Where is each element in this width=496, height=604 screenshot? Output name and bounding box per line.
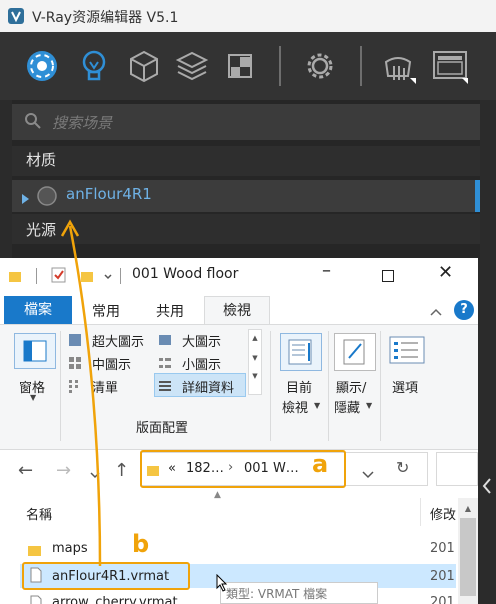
tab-share[interactable]: 共用 xyxy=(156,301,184,321)
navigation-pane-icon[interactable] xyxy=(14,333,56,369)
lights-icon[interactable] xyxy=(76,48,112,84)
category-materials[interactable]: 材质 xyxy=(12,146,480,176)
chevron-left-icon[interactable] xyxy=(480,476,494,500)
settings-icon[interactable] xyxy=(302,48,338,84)
annotation-label-a: a xyxy=(312,450,329,478)
new-folder-icon[interactable] xyxy=(80,268,94,287)
vertical-scrollbar[interactable]: ▲ xyxy=(458,498,478,604)
help-icon[interactable]: ? xyxy=(454,300,474,320)
title-divider xyxy=(120,268,121,284)
vray-toolbar xyxy=(0,32,496,100)
layout-extra-large[interactable]: 超大圖示 xyxy=(92,331,144,350)
teapot-render-icon[interactable] xyxy=(380,48,416,84)
materials-icon[interactable] xyxy=(24,48,60,84)
tab-file[interactable]: 檔案 xyxy=(4,296,72,324)
forward-arrow-icon[interactable]: → xyxy=(56,460,71,481)
column-name[interactable]: 名稱 xyxy=(26,504,52,523)
extra-large-icons-icon xyxy=(68,332,82,351)
show-hide-icon[interactable] xyxy=(334,333,376,371)
mouse-cursor-icon xyxy=(216,573,228,596)
window-title: 001 Wood floor xyxy=(132,266,239,282)
annotation-box-b xyxy=(22,562,190,590)
file-date: 201 xyxy=(430,541,455,556)
medium-icons-icon xyxy=(68,355,82,374)
file-icon xyxy=(30,595,42,604)
minimize-button[interactable]: – xyxy=(322,260,331,281)
material-name: anFlour4R1 xyxy=(66,185,152,203)
chevron-down-icon[interactable]: ▼ xyxy=(314,401,320,410)
layout-small[interactable]: 小圖示 xyxy=(182,354,221,373)
layout-scroller[interactable]: ▲ ▼ ▼ xyxy=(248,329,262,395)
group-divider xyxy=(380,331,381,441)
large-icons-icon xyxy=(158,332,172,351)
small-icons-icon xyxy=(158,355,172,374)
expand-arrow-icon[interactable] xyxy=(21,190,31,209)
show-hide-label-2[interactable]: 隱藏 xyxy=(334,397,360,416)
render-elements-icon[interactable] xyxy=(222,48,258,84)
details-icon xyxy=(158,378,172,397)
recent-dropdown-icon[interactable] xyxy=(90,464,100,483)
layout-large[interactable]: 大圖示 xyxy=(182,331,221,350)
vray-window-title: V-Ray资源编辑器 V5.1 xyxy=(32,10,179,26)
chevron-down-icon[interactable]: ▼ xyxy=(366,401,372,410)
vfb-window-icon[interactable] xyxy=(432,48,468,84)
properties-icon[interactable] xyxy=(50,266,68,288)
file-name[interactable]: arrow_cherry.vrmat xyxy=(52,595,178,604)
list-icon xyxy=(68,378,82,397)
group-divider xyxy=(328,331,329,441)
back-arrow-icon[interactable]: ← xyxy=(18,460,33,481)
toolbar-divider xyxy=(279,46,281,86)
file-explorer-window: 001 Wood floor – ✕ 檔案 常用 共用 檢視 ? 窗格 ▼ 超大… xyxy=(0,258,478,604)
layout-details[interactable]: 詳細資料 xyxy=(182,377,234,396)
collapse-ribbon-icon[interactable] xyxy=(430,302,442,321)
scrollbar-thumb[interactable] xyxy=(460,518,476,596)
current-view-label-2[interactable]: 檢視 xyxy=(282,397,308,416)
options-icon[interactable] xyxy=(388,333,428,369)
chevron-down-icon[interactable]: ▼ xyxy=(30,393,36,402)
column-divider xyxy=(420,498,421,526)
search-icon xyxy=(24,112,42,134)
show-hide-label[interactable]: 顯示/ xyxy=(336,377,366,396)
group-divider xyxy=(270,331,271,441)
toolbar-divider xyxy=(360,46,362,86)
layout-medium[interactable]: 中圖示 xyxy=(92,354,131,373)
file-date: 201 xyxy=(430,595,455,604)
tab-view[interactable]: 檢視 xyxy=(204,296,270,325)
column-modified[interactable]: 修改 xyxy=(430,504,456,523)
folder-icon xyxy=(28,541,42,560)
layout-list[interactable]: 清單 xyxy=(92,377,118,396)
current-view-label[interactable]: 目前 xyxy=(286,377,312,396)
tooltip-text: 類型: VRMAT 檔案 xyxy=(226,587,328,601)
annotation-label-b: b xyxy=(132,530,150,558)
ribbon-view: 窗格 ▼ 超大圖示 大圖示 中圖示 小圖示 清單 詳細資料 ▲ ▼ ▼ 版面配置… xyxy=(0,324,478,450)
layout-group-label: 版面配置 xyxy=(136,421,189,436)
search-box[interactable] xyxy=(436,452,478,486)
tab-home[interactable]: 常用 xyxy=(92,301,120,321)
geometry-icon[interactable] xyxy=(126,48,162,84)
category-lights[interactable]: 光源 xyxy=(12,214,480,244)
options-label[interactable]: 選項 xyxy=(392,377,418,396)
group-divider xyxy=(60,331,61,441)
vray-logo-icon xyxy=(8,8,24,24)
selection-accent xyxy=(475,180,480,212)
material-preview-icon xyxy=(36,185,58,211)
current-view-icon[interactable] xyxy=(280,333,322,371)
file-name[interactable]: maps xyxy=(52,541,88,556)
file-date: 201 xyxy=(430,569,455,584)
sort-up-icon: ▲ xyxy=(214,490,221,500)
maximize-button[interactable] xyxy=(382,270,394,282)
close-button[interactable]: ✕ xyxy=(438,262,453,283)
title-divider xyxy=(36,268,37,284)
folder-icon xyxy=(8,268,22,287)
layers-icon[interactable] xyxy=(174,48,210,84)
up-arrow-icon[interactable]: ↑ xyxy=(114,460,129,481)
address-dropdown-icon[interactable] xyxy=(362,464,374,483)
refresh-icon[interactable]: ↻ xyxy=(396,458,409,477)
search-placeholder: 搜索场景 xyxy=(52,114,113,132)
qat-dropdown-icon[interactable] xyxy=(104,268,112,287)
